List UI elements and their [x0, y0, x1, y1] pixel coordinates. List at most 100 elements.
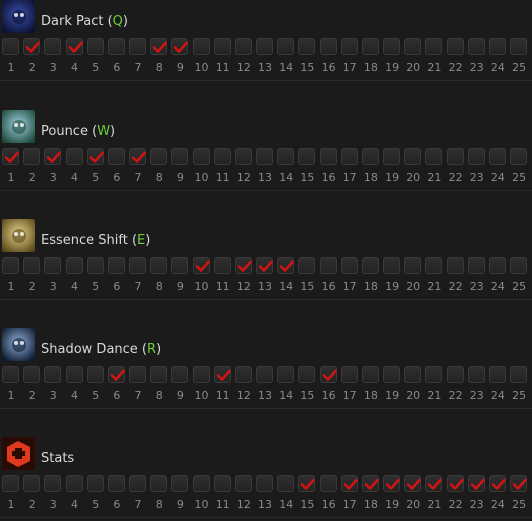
level-checkbox[interactable]	[404, 38, 422, 55]
level-checkbox[interactable]	[425, 38, 443, 55]
level-checkbox[interactable]	[446, 257, 464, 274]
level-checkbox[interactable]	[213, 475, 231, 492]
level-checkbox-checked[interactable]	[467, 475, 485, 492]
level-checkbox[interactable]	[383, 148, 401, 165]
level-checkbox-checked[interactable]	[150, 38, 168, 55]
level-checkbox[interactable]	[86, 366, 104, 383]
level-checkbox[interactable]	[383, 38, 401, 55]
level-checkbox[interactable]	[404, 366, 422, 383]
level-checkbox[interactable]	[192, 38, 210, 55]
level-checkbox[interactable]	[192, 148, 210, 165]
level-checkbox[interactable]	[2, 257, 19, 274]
level-checkbox[interactable]	[171, 148, 189, 165]
level-checkbox[interactable]	[150, 257, 168, 274]
level-checkbox[interactable]	[404, 257, 422, 274]
level-checkbox[interactable]	[213, 257, 231, 274]
level-checkbox-checked[interactable]	[446, 475, 464, 492]
level-checkbox[interactable]	[361, 257, 379, 274]
level-checkbox[interactable]	[340, 366, 358, 383]
level-checkbox[interactable]	[446, 366, 464, 383]
level-checkbox[interactable]	[446, 38, 464, 55]
level-checkbox[interactable]	[361, 148, 379, 165]
level-checkbox[interactable]	[298, 366, 316, 383]
level-checkbox[interactable]	[277, 148, 295, 165]
level-checkbox-checked[interactable]	[213, 366, 231, 383]
level-checkbox-checked[interactable]	[319, 366, 337, 383]
level-checkbox[interactable]	[107, 148, 125, 165]
level-checkbox-checked[interactable]	[86, 148, 104, 165]
level-checkbox[interactable]	[129, 366, 146, 383]
level-checkbox[interactable]	[150, 148, 168, 165]
level-checkbox[interactable]	[86, 475, 104, 492]
level-checkbox[interactable]	[23, 257, 41, 274]
level-checkbox[interactable]	[510, 366, 528, 383]
level-checkbox[interactable]	[446, 148, 464, 165]
level-checkbox[interactable]	[86, 38, 104, 55]
level-checkbox-checked[interactable]	[171, 38, 189, 55]
level-checkbox-checked[interactable]	[361, 475, 379, 492]
level-checkbox[interactable]	[129, 475, 146, 492]
level-checkbox[interactable]	[383, 257, 401, 274]
level-checkbox[interactable]	[488, 38, 506, 55]
level-checkbox[interactable]	[192, 366, 210, 383]
level-checkbox[interactable]	[467, 148, 485, 165]
level-checkbox[interactable]	[44, 475, 62, 492]
level-checkbox[interactable]	[23, 148, 41, 165]
level-checkbox[interactable]	[340, 148, 358, 165]
level-checkbox[interactable]	[150, 366, 168, 383]
level-checkbox-checked[interactable]	[2, 148, 19, 165]
level-checkbox[interactable]	[298, 257, 316, 274]
level-checkbox[interactable]	[277, 366, 295, 383]
level-checkbox[interactable]	[256, 148, 273, 165]
level-checkbox[interactable]	[65, 366, 83, 383]
level-checkbox[interactable]	[298, 38, 316, 55]
level-checkbox[interactable]	[256, 366, 273, 383]
level-checkbox[interactable]	[488, 148, 506, 165]
level-checkbox[interactable]	[23, 475, 41, 492]
level-checkbox[interactable]	[488, 257, 506, 274]
level-checkbox[interactable]	[510, 257, 528, 274]
level-checkbox[interactable]	[107, 475, 125, 492]
level-checkbox[interactable]	[150, 475, 168, 492]
level-checkbox[interactable]	[319, 475, 337, 492]
level-checkbox[interactable]	[425, 366, 443, 383]
level-checkbox[interactable]	[44, 38, 62, 55]
level-checkbox[interactable]	[425, 257, 443, 274]
level-checkbox[interactable]	[65, 148, 83, 165]
level-checkbox[interactable]	[44, 366, 62, 383]
level-checkbox-checked[interactable]	[234, 257, 252, 274]
level-checkbox[interactable]	[171, 366, 189, 383]
level-checkbox-checked[interactable]	[277, 257, 295, 274]
level-checkbox[interactable]	[171, 257, 189, 274]
level-checkbox[interactable]	[44, 257, 62, 274]
level-checkbox[interactable]	[277, 38, 295, 55]
level-checkbox[interactable]	[467, 366, 485, 383]
level-checkbox-checked[interactable]	[340, 475, 358, 492]
level-checkbox-checked[interactable]	[107, 366, 125, 383]
level-checkbox-checked[interactable]	[298, 475, 316, 492]
level-checkbox[interactable]	[467, 257, 485, 274]
level-checkbox[interactable]	[361, 366, 379, 383]
level-checkbox[interactable]	[488, 366, 506, 383]
level-checkbox-checked[interactable]	[192, 257, 210, 274]
level-checkbox[interactable]	[23, 366, 41, 383]
level-checkbox-checked[interactable]	[65, 38, 83, 55]
level-checkbox[interactable]	[256, 475, 273, 492]
level-checkbox[interactable]	[319, 38, 337, 55]
level-checkbox[interactable]	[404, 148, 422, 165]
level-checkbox[interactable]	[192, 475, 210, 492]
level-checkbox-checked[interactable]	[383, 475, 401, 492]
level-checkbox[interactable]	[213, 38, 231, 55]
level-checkbox[interactable]	[234, 38, 252, 55]
level-checkbox[interactable]	[383, 366, 401, 383]
level-checkbox[interactable]	[340, 38, 358, 55]
level-checkbox[interactable]	[234, 475, 252, 492]
level-checkbox[interactable]	[319, 148, 337, 165]
level-checkbox[interactable]	[298, 148, 316, 165]
level-checkbox[interactable]	[86, 257, 104, 274]
level-checkbox[interactable]	[129, 257, 146, 274]
level-checkbox[interactable]	[171, 475, 189, 492]
level-checkbox[interactable]	[213, 148, 231, 165]
level-checkbox[interactable]	[2, 475, 19, 492]
level-checkbox-checked[interactable]	[129, 148, 146, 165]
